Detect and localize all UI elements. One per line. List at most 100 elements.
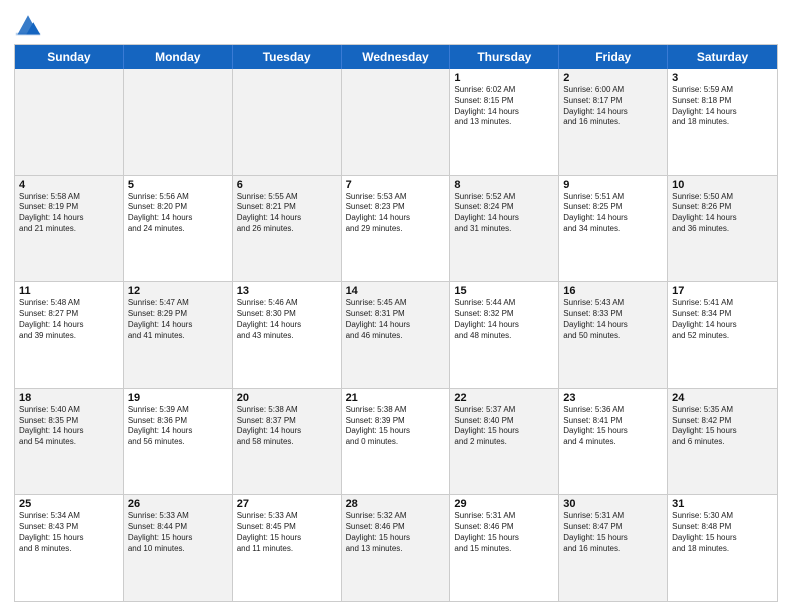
calendar-header-cell: Saturday bbox=[668, 45, 777, 69]
day-number: 26 bbox=[128, 498, 228, 510]
day-number: 28 bbox=[346, 498, 446, 510]
page: SundayMondayTuesdayWednesdayThursdayFrid… bbox=[0, 0, 792, 612]
day-info: Sunrise: 5:47 AM Sunset: 8:29 PM Dayligh… bbox=[128, 298, 228, 341]
calendar-header-cell: Monday bbox=[124, 45, 233, 69]
day-info: Sunrise: 5:51 AM Sunset: 8:25 PM Dayligh… bbox=[563, 192, 663, 235]
calendar-cell: 10Sunrise: 5:50 AM Sunset: 8:26 PM Dayli… bbox=[668, 176, 777, 282]
day-info: Sunrise: 5:30 AM Sunset: 8:48 PM Dayligh… bbox=[672, 511, 773, 554]
day-info: Sunrise: 5:52 AM Sunset: 8:24 PM Dayligh… bbox=[454, 192, 554, 235]
calendar-cell bbox=[124, 69, 233, 175]
calendar-header: SundayMondayTuesdayWednesdayThursdayFrid… bbox=[15, 45, 777, 69]
day-info: Sunrise: 5:38 AM Sunset: 8:37 PM Dayligh… bbox=[237, 405, 337, 448]
day-info: Sunrise: 5:41 AM Sunset: 8:34 PM Dayligh… bbox=[672, 298, 773, 341]
calendar-header-cell: Tuesday bbox=[233, 45, 342, 69]
logo-icon bbox=[14, 10, 42, 38]
day-number: 11 bbox=[19, 285, 119, 297]
header bbox=[14, 10, 778, 38]
day-info: Sunrise: 5:58 AM Sunset: 8:19 PM Dayligh… bbox=[19, 192, 119, 235]
calendar-cell: 2Sunrise: 6:00 AM Sunset: 8:17 PM Daylig… bbox=[559, 69, 668, 175]
calendar-cell: 26Sunrise: 5:33 AM Sunset: 8:44 PM Dayli… bbox=[124, 495, 233, 601]
day-info: Sunrise: 5:44 AM Sunset: 8:32 PM Dayligh… bbox=[454, 298, 554, 341]
day-info: Sunrise: 5:40 AM Sunset: 8:35 PM Dayligh… bbox=[19, 405, 119, 448]
calendar-header-cell: Thursday bbox=[450, 45, 559, 69]
calendar-row: 18Sunrise: 5:40 AM Sunset: 8:35 PM Dayli… bbox=[15, 389, 777, 496]
day-info: Sunrise: 5:37 AM Sunset: 8:40 PM Dayligh… bbox=[454, 405, 554, 448]
calendar-row: 1Sunrise: 6:02 AM Sunset: 8:15 PM Daylig… bbox=[15, 69, 777, 176]
calendar-cell: 14Sunrise: 5:45 AM Sunset: 8:31 PM Dayli… bbox=[342, 282, 451, 388]
day-info: Sunrise: 5:55 AM Sunset: 8:21 PM Dayligh… bbox=[237, 192, 337, 235]
day-info: Sunrise: 5:53 AM Sunset: 8:23 PM Dayligh… bbox=[346, 192, 446, 235]
calendar-cell: 9Sunrise: 5:51 AM Sunset: 8:25 PM Daylig… bbox=[559, 176, 668, 282]
calendar-cell: 18Sunrise: 5:40 AM Sunset: 8:35 PM Dayli… bbox=[15, 389, 124, 495]
day-info: Sunrise: 5:45 AM Sunset: 8:31 PM Dayligh… bbox=[346, 298, 446, 341]
day-info: Sunrise: 5:32 AM Sunset: 8:46 PM Dayligh… bbox=[346, 511, 446, 554]
calendar-header-cell: Friday bbox=[559, 45, 668, 69]
calendar-header-cell: Wednesday bbox=[342, 45, 451, 69]
calendar-cell: 3Sunrise: 5:59 AM Sunset: 8:18 PM Daylig… bbox=[668, 69, 777, 175]
day-number: 25 bbox=[19, 498, 119, 510]
calendar-cell: 29Sunrise: 5:31 AM Sunset: 8:46 PM Dayli… bbox=[450, 495, 559, 601]
day-number: 19 bbox=[128, 392, 228, 404]
day-info: Sunrise: 5:31 AM Sunset: 8:47 PM Dayligh… bbox=[563, 511, 663, 554]
calendar-cell: 21Sunrise: 5:38 AM Sunset: 8:39 PM Dayli… bbox=[342, 389, 451, 495]
day-number: 12 bbox=[128, 285, 228, 297]
day-info: Sunrise: 5:59 AM Sunset: 8:18 PM Dayligh… bbox=[672, 85, 773, 128]
day-number: 23 bbox=[563, 392, 663, 404]
day-number: 10 bbox=[672, 179, 773, 191]
day-number: 14 bbox=[346, 285, 446, 297]
day-info: Sunrise: 5:34 AM Sunset: 8:43 PM Dayligh… bbox=[19, 511, 119, 554]
day-number: 24 bbox=[672, 392, 773, 404]
calendar-cell: 11Sunrise: 5:48 AM Sunset: 8:27 PM Dayli… bbox=[15, 282, 124, 388]
day-info: Sunrise: 5:46 AM Sunset: 8:30 PM Dayligh… bbox=[237, 298, 337, 341]
day-number: 17 bbox=[672, 285, 773, 297]
calendar-cell: 28Sunrise: 5:32 AM Sunset: 8:46 PM Dayli… bbox=[342, 495, 451, 601]
day-number: 16 bbox=[563, 285, 663, 297]
calendar-body: 1Sunrise: 6:02 AM Sunset: 8:15 PM Daylig… bbox=[15, 69, 777, 601]
calendar-cell: 30Sunrise: 5:31 AM Sunset: 8:47 PM Dayli… bbox=[559, 495, 668, 601]
calendar-cell: 5Sunrise: 5:56 AM Sunset: 8:20 PM Daylig… bbox=[124, 176, 233, 282]
calendar-cell bbox=[233, 69, 342, 175]
day-number: 27 bbox=[237, 498, 337, 510]
calendar-cell: 6Sunrise: 5:55 AM Sunset: 8:21 PM Daylig… bbox=[233, 176, 342, 282]
calendar-cell: 15Sunrise: 5:44 AM Sunset: 8:32 PM Dayli… bbox=[450, 282, 559, 388]
calendar-cell: 17Sunrise: 5:41 AM Sunset: 8:34 PM Dayli… bbox=[668, 282, 777, 388]
day-info: Sunrise: 5:38 AM Sunset: 8:39 PM Dayligh… bbox=[346, 405, 446, 448]
day-info: Sunrise: 5:31 AM Sunset: 8:46 PM Dayligh… bbox=[454, 511, 554, 554]
day-number: 6 bbox=[237, 179, 337, 191]
calendar-row: 4Sunrise: 5:58 AM Sunset: 8:19 PM Daylig… bbox=[15, 176, 777, 283]
day-number: 29 bbox=[454, 498, 554, 510]
calendar-cell: 16Sunrise: 5:43 AM Sunset: 8:33 PM Dayli… bbox=[559, 282, 668, 388]
day-number: 21 bbox=[346, 392, 446, 404]
calendar-cell: 1Sunrise: 6:02 AM Sunset: 8:15 PM Daylig… bbox=[450, 69, 559, 175]
day-info: Sunrise: 5:43 AM Sunset: 8:33 PM Dayligh… bbox=[563, 298, 663, 341]
calendar-cell bbox=[15, 69, 124, 175]
calendar-cell: 4Sunrise: 5:58 AM Sunset: 8:19 PM Daylig… bbox=[15, 176, 124, 282]
calendar-cell bbox=[342, 69, 451, 175]
logo bbox=[14, 10, 46, 38]
day-number: 13 bbox=[237, 285, 337, 297]
calendar-row: 25Sunrise: 5:34 AM Sunset: 8:43 PM Dayli… bbox=[15, 495, 777, 601]
day-info: Sunrise: 5:35 AM Sunset: 8:42 PM Dayligh… bbox=[672, 405, 773, 448]
day-number: 18 bbox=[19, 392, 119, 404]
day-number: 15 bbox=[454, 285, 554, 297]
day-number: 1 bbox=[454, 72, 554, 84]
calendar-cell: 25Sunrise: 5:34 AM Sunset: 8:43 PM Dayli… bbox=[15, 495, 124, 601]
calendar-header-cell: Sunday bbox=[15, 45, 124, 69]
day-number: 4 bbox=[19, 179, 119, 191]
calendar-cell: 8Sunrise: 5:52 AM Sunset: 8:24 PM Daylig… bbox=[450, 176, 559, 282]
calendar-cell: 12Sunrise: 5:47 AM Sunset: 8:29 PM Dayli… bbox=[124, 282, 233, 388]
day-number: 9 bbox=[563, 179, 663, 191]
calendar-cell: 31Sunrise: 5:30 AM Sunset: 8:48 PM Dayli… bbox=[668, 495, 777, 601]
day-info: Sunrise: 5:33 AM Sunset: 8:45 PM Dayligh… bbox=[237, 511, 337, 554]
day-info: Sunrise: 5:50 AM Sunset: 8:26 PM Dayligh… bbox=[672, 192, 773, 235]
calendar-cell: 19Sunrise: 5:39 AM Sunset: 8:36 PM Dayli… bbox=[124, 389, 233, 495]
calendar-cell: 7Sunrise: 5:53 AM Sunset: 8:23 PM Daylig… bbox=[342, 176, 451, 282]
day-info: Sunrise: 5:36 AM Sunset: 8:41 PM Dayligh… bbox=[563, 405, 663, 448]
day-number: 2 bbox=[563, 72, 663, 84]
day-info: Sunrise: 6:00 AM Sunset: 8:17 PM Dayligh… bbox=[563, 85, 663, 128]
calendar-cell: 27Sunrise: 5:33 AM Sunset: 8:45 PM Dayli… bbox=[233, 495, 342, 601]
calendar-cell: 22Sunrise: 5:37 AM Sunset: 8:40 PM Dayli… bbox=[450, 389, 559, 495]
calendar-row: 11Sunrise: 5:48 AM Sunset: 8:27 PM Dayli… bbox=[15, 282, 777, 389]
day-info: Sunrise: 5:56 AM Sunset: 8:20 PM Dayligh… bbox=[128, 192, 228, 235]
calendar-cell: 13Sunrise: 5:46 AM Sunset: 8:30 PM Dayli… bbox=[233, 282, 342, 388]
